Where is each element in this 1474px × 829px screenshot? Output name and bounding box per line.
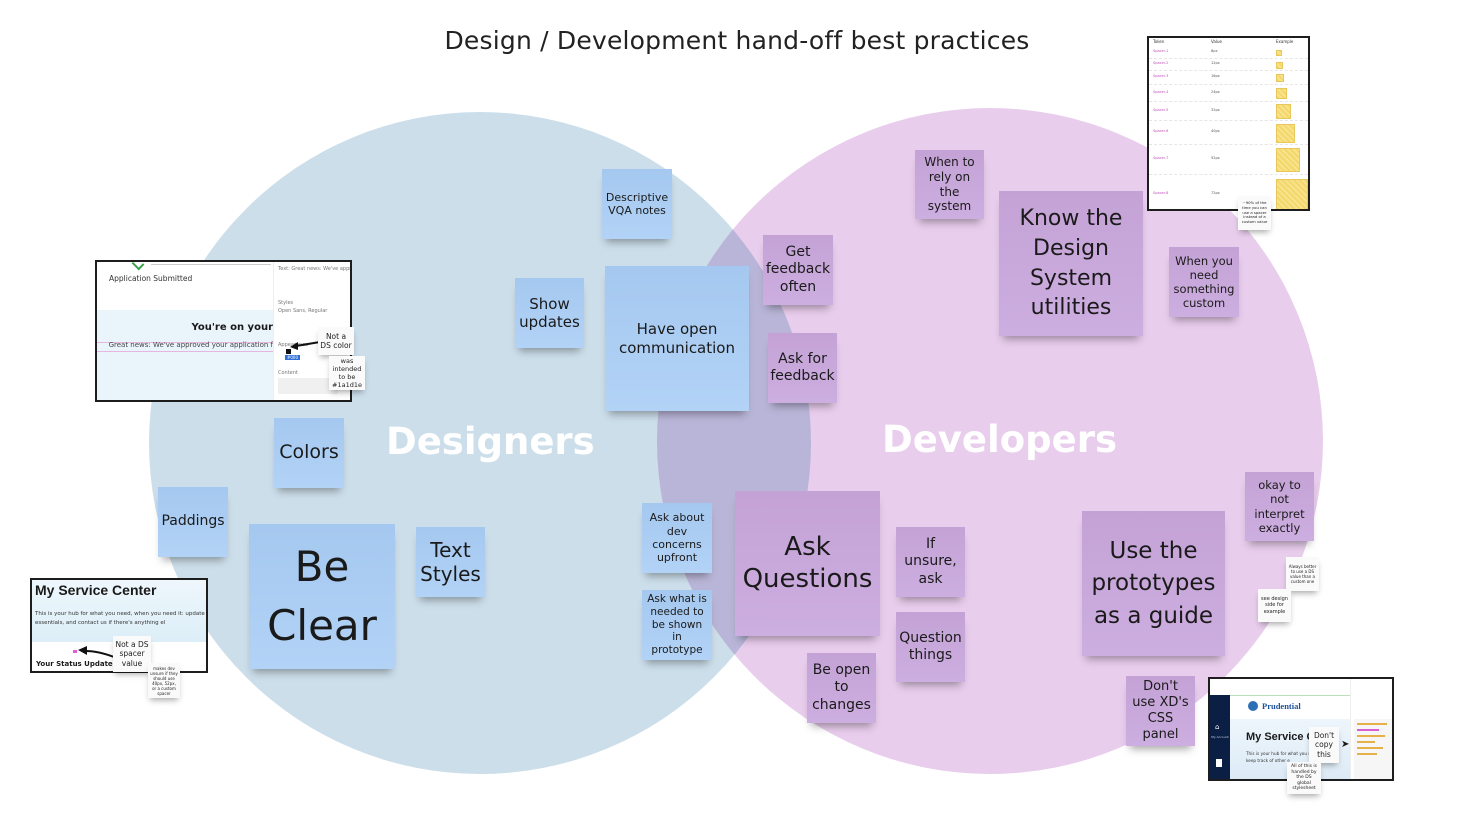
sticky-paddings[interactable]: Paddings [158, 487, 228, 557]
value-cell: 24px [1211, 89, 1220, 94]
value-cell: 72px [1211, 191, 1220, 195]
sticky-ask-questions[interactable]: Ask Questions [735, 491, 880, 636]
sticky-open-to-changes[interactable]: Be open to changes [807, 653, 876, 723]
value-cell: 32px [1211, 107, 1220, 112]
sticky-dev-concerns[interactable]: Ask about dev concerns upfront [642, 503, 712, 573]
arrow-icon [78, 646, 115, 658]
token-cell: Spacer-7 [1153, 156, 1169, 160]
callout-not-ds-spacer: Not a DS spacer value [113, 636, 151, 672]
spacer-swatch [1276, 61, 1283, 69]
home-icon: ⌂ [1215, 723, 1220, 731]
table-header: Value [1211, 39, 1222, 44]
sticky-be-clear[interactable]: Be Clear [249, 524, 395, 669]
token-cell: Spacer-3 [1153, 74, 1169, 78]
banner-title: You're on your [191, 322, 273, 333]
token-cell: Spacer-2 [1153, 61, 1169, 65]
sticky-dont-use-css-panel[interactable]: Don't use XD's CSS panel [1126, 676, 1195, 746]
callout-ds-better: Always better to use a DS value than a c… [1286, 557, 1319, 591]
sticky-prototype-needs[interactable]: Ask what is needed to be shown in protot… [642, 590, 712, 660]
sticky-get-feedback[interactable]: Get feedback often [763, 235, 833, 305]
table-row: Spacer-6 40px [1149, 120, 1308, 145]
sticky-text-styles[interactable]: Text Styles [416, 527, 485, 597]
spacer-swatch [1276, 123, 1295, 143]
sticky-use-prototypes[interactable]: Use the prototypes as a guide [1082, 511, 1225, 656]
sticky-if-unsure[interactable]: If unsure, ask [896, 527, 965, 597]
table-header: Token [1153, 39, 1165, 44]
banner-text: Great news: We've approved your applicat… [108, 341, 273, 349]
arrow-icon [290, 341, 321, 350]
spacer-swatch [1276, 88, 1287, 99]
app-heading: Application Submitted [109, 274, 193, 283]
prudential-brand: Prudential [1262, 701, 1301, 711]
service-center-body: This is your hub for what you need, when… [35, 611, 206, 626]
spacer-swatch [1276, 50, 1282, 56]
callout-handled-by-ds: All of this is handled by the DS global … [1287, 762, 1321, 794]
prudential-heading: My Service C [1246, 731, 1315, 743]
sticky-know-design-system[interactable]: Know the Design System utilities [999, 191, 1143, 336]
sticky-not-interpret[interactable]: okay to not interpret exactly [1245, 472, 1314, 541]
screenshot-spacer-table[interactable]: Token Value Example Spacer-1 8px Spacer-2 12px… [1147, 36, 1310, 211]
value-cell: 40px [1211, 129, 1220, 133]
progress-line [151, 264, 271, 265]
swatch-tag: #000 [285, 355, 300, 360]
value-cell: 16px [1211, 74, 1220, 78]
table-header: Example [1276, 39, 1294, 44]
spacer-swatch [1276, 104, 1291, 119]
designers-label: Designers [386, 420, 595, 463]
token-cell: Spacer-8 [1153, 191, 1169, 195]
token-cell: Spacer-1 [1153, 49, 1169, 53]
sticky-colors[interactable]: Colors [274, 418, 344, 488]
callout-dev-unsure: makes dev unsure if they should use 40px… [148, 663, 180, 698]
callout-dont-copy: Don't copy this [1309, 727, 1339, 763]
callout-spacer-usage: ~90% of the time you can use a spacer in… [1238, 196, 1271, 230]
token-cell: Spacer-4 [1153, 89, 1169, 94]
prudential-logo-icon [1248, 701, 1258, 711]
value-cell: 52px [1211, 156, 1220, 160]
table-row: Spacer-3 16px [1149, 70, 1308, 85]
document-icon [1216, 759, 1222, 767]
table-row: Spacer-7 52px [1149, 144, 1308, 175]
sticky-open-communication[interactable]: Have open communication [605, 266, 749, 411]
token-cell: Spacer-5 [1153, 107, 1169, 112]
sticky-rely-on-system[interactable]: When to rely on the system [915, 150, 984, 219]
sticky-ask-feedback[interactable]: Ask for feedback [768, 333, 837, 403]
spacer-swatch [1276, 74, 1284, 82]
table-row: Spacer-8 72px [1149, 174, 1308, 209]
developers-label: Developers [882, 418, 1117, 461]
app-banner: You're on your Great news: We've approve… [97, 310, 273, 400]
service-center-heading: My Service Center [35, 582, 157, 598]
callout-intended-color: was intended to be #1a1d1e [329, 356, 365, 390]
sticky-question-things[interactable]: Question things [896, 612, 965, 682]
value-cell: 12px [1211, 61, 1220, 65]
check-icon [131, 262, 145, 271]
spacer-swatch [1276, 179, 1308, 209]
token-cell: Spacer-6 [1153, 129, 1169, 133]
callout-see-design: see design side for example [1258, 589, 1291, 622]
prudential-sidenav: ⌂ My Account [1210, 695, 1230, 779]
arrow-right-icon: ➤ [1341, 739, 1350, 750]
sticky-show-updates[interactable]: Show updates [515, 278, 584, 348]
spacer-swatch [1276, 148, 1300, 172]
css-panel [1350, 679, 1392, 779]
value-cell: 8px [1211, 49, 1218, 53]
sticky-descriptive-vqa[interactable]: Descriptive VQA notes [602, 169, 672, 239]
callout-not-ds-color: Not a DS color [318, 327, 354, 355]
screenshot-application-submitted[interactable]: Application Submitted You're on your Gre… [95, 260, 352, 402]
status-update-label: Your Status Update [36, 660, 113, 668]
table-row: Spacer-5 32px [1149, 101, 1308, 121]
sticky-need-custom[interactable]: When you need something custom [1169, 247, 1239, 317]
table-row: Spacer-4 24px [1149, 84, 1308, 102]
